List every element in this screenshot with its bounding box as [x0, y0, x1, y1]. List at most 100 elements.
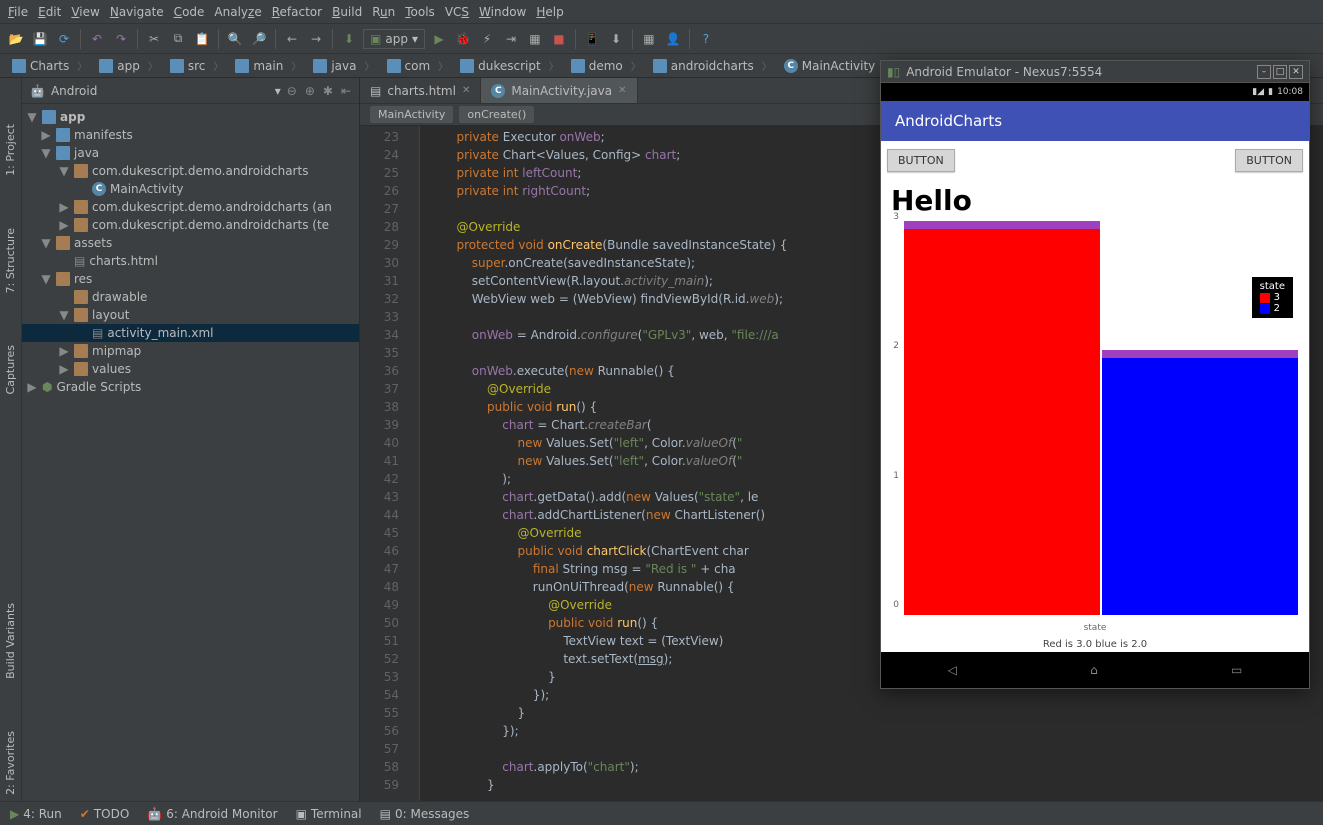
- tree-node[interactable]: CMainActivity: [22, 180, 359, 198]
- debug-icon[interactable]: 🐞: [453, 29, 473, 49]
- menu-window[interactable]: Window: [479, 5, 526, 19]
- gutter-line[interactable]: 48: [364, 578, 399, 596]
- crumb-com[interactable]: com: [381, 58, 455, 73]
- back-icon[interactable]: ◁: [948, 663, 957, 677]
- layout-icon[interactable]: ▦: [639, 29, 659, 49]
- tree-arrow-icon[interactable]: ▶: [58, 362, 70, 376]
- crumb-demo[interactable]: demo: [565, 58, 647, 73]
- avd-icon[interactable]: 📱: [582, 29, 602, 49]
- tab-android-monitor[interactable]: 🤖6: Android Monitor: [147, 807, 277, 821]
- gutter-line[interactable]: 44: [364, 506, 399, 524]
- gutter-line[interactable]: 47: [364, 560, 399, 578]
- project-tree[interactable]: ▼app▶manifests▼java▼com.dukescript.demo.…: [22, 104, 359, 801]
- menu-file[interactable]: File: [8, 5, 28, 19]
- gutter-line[interactable]: 31: [364, 272, 399, 290]
- editor-tab[interactable]: ▤charts.html✕: [360, 78, 481, 103]
- tree-arrow-icon[interactable]: ▶: [58, 344, 70, 358]
- gutter-line[interactable]: 38: [364, 398, 399, 416]
- tree-arrow-icon[interactable]: ▼: [40, 272, 52, 286]
- menu-edit[interactable]: Edit: [38, 5, 61, 19]
- tree-arrow-icon[interactable]: ▼: [40, 236, 52, 250]
- find-icon[interactable]: 🔍: [225, 29, 245, 49]
- crumb-src[interactable]: src: [164, 58, 230, 73]
- paste-icon[interactable]: 📋: [192, 29, 212, 49]
- crumb-java[interactable]: java: [307, 58, 380, 73]
- crumb-charts[interactable]: Charts: [6, 58, 93, 73]
- right-button[interactable]: BUTTON: [1235, 149, 1303, 172]
- tab-close-icon[interactable]: ✕: [618, 85, 626, 96]
- tree-arrow-icon[interactable]: ▼: [58, 164, 70, 178]
- tab-build-variants[interactable]: Build Variants: [2, 597, 19, 685]
- gutter-line[interactable]: 30: [364, 254, 399, 272]
- menu-refactor[interactable]: Refactor: [272, 5, 322, 19]
- gutter-line[interactable]: 59: [364, 776, 399, 794]
- coverage-icon[interactable]: ▦: [525, 29, 545, 49]
- tree-node[interactable]: ▼app: [22, 108, 359, 126]
- tree-node[interactable]: ▼assets: [22, 234, 359, 252]
- tree-node[interactable]: ▶⬢Gradle Scripts: [22, 378, 359, 396]
- copy-icon[interactable]: ⧉: [168, 29, 188, 49]
- tab-project[interactable]: 1: Project: [2, 118, 19, 182]
- gutter-line[interactable]: 52: [364, 650, 399, 668]
- theme-icon[interactable]: 👤: [663, 29, 683, 49]
- run-config-selector[interactable]: ▣ app ▾: [363, 29, 425, 49]
- code-line[interactable]: });: [426, 722, 1317, 740]
- gutter-line[interactable]: 29: [364, 236, 399, 254]
- crumb-androidcharts[interactable]: androidcharts: [647, 58, 778, 73]
- tab-close-icon[interactable]: ✕: [462, 85, 470, 96]
- left-button[interactable]: BUTTON: [887, 149, 955, 172]
- help-icon[interactable]: ?: [696, 29, 716, 49]
- tab-todo[interactable]: ✔TODO: [80, 807, 130, 821]
- tree-arrow-icon[interactable]: ▼: [26, 110, 38, 124]
- tree-node[interactable]: ▶com.dukescript.demo.androidcharts (an: [22, 198, 359, 216]
- gutter-line[interactable]: 58: [364, 758, 399, 776]
- tree-node[interactable]: drawable: [22, 288, 359, 306]
- gutter-line[interactable]: 28: [364, 218, 399, 236]
- menu-run[interactable]: Run: [372, 5, 395, 19]
- tree-node[interactable]: ▼java: [22, 144, 359, 162]
- crumb-app[interactable]: app: [93, 58, 164, 73]
- gutter-line[interactable]: 26: [364, 182, 399, 200]
- code-line[interactable]: }: [426, 704, 1317, 722]
- gutter-line[interactable]: 45: [364, 524, 399, 542]
- home-icon[interactable]: ⌂: [1090, 663, 1098, 677]
- stop-icon[interactable]: ■: [549, 29, 569, 49]
- gutter-line[interactable]: 46: [364, 542, 399, 560]
- gutter-line[interactable]: 37: [364, 380, 399, 398]
- tree-arrow-icon[interactable]: ▼: [40, 146, 52, 160]
- gutter-line[interactable]: 40: [364, 434, 399, 452]
- gear-icon[interactable]: ✱: [323, 84, 333, 98]
- tree-node[interactable]: ▶values: [22, 360, 359, 378]
- open-icon[interactable]: 📂: [6, 29, 26, 49]
- menu-help[interactable]: Help: [536, 5, 563, 19]
- gutter-line[interactable]: 24: [364, 146, 399, 164]
- gutter-line[interactable]: 33: [364, 308, 399, 326]
- profile-icon[interactable]: ⚡: [477, 29, 497, 49]
- chart-plot[interactable]: [903, 229, 1299, 615]
- tab-favorites[interactable]: 2: Favorites: [2, 725, 19, 801]
- chart-bar[interactable]: [904, 229, 1100, 615]
- tree-node[interactable]: ▼com.dukescript.demo.androidcharts: [22, 162, 359, 180]
- tree-node[interactable]: ▼layout: [22, 306, 359, 324]
- cut-icon[interactable]: ✂: [144, 29, 164, 49]
- tree-node[interactable]: ▤charts.html: [22, 252, 359, 270]
- code-line[interactable]: [426, 740, 1317, 758]
- sidebar-mode-selector[interactable]: Android ▾: [51, 84, 281, 98]
- gutter-line[interactable]: 55: [364, 704, 399, 722]
- tree-arrow-icon[interactable]: ▶: [26, 380, 38, 394]
- gutter-line[interactable]: 25: [364, 164, 399, 182]
- target-icon[interactable]: ⊕: [305, 84, 315, 98]
- undo-icon[interactable]: ↶: [87, 29, 107, 49]
- gutter-line[interactable]: 39: [364, 416, 399, 434]
- gutter-line[interactable]: 34: [364, 326, 399, 344]
- menu-vcs[interactable]: VCS: [445, 5, 469, 19]
- minimize-button[interactable]: –: [1257, 65, 1271, 79]
- tab-captures[interactable]: Captures: [2, 339, 19, 400]
- replace-icon[interactable]: 🔎: [249, 29, 269, 49]
- maximize-button[interactable]: □: [1273, 65, 1287, 79]
- editor-tab[interactable]: CMainActivity.java✕: [481, 78, 637, 103]
- forward-icon[interactable]: →: [306, 29, 326, 49]
- menu-analyze[interactable]: Analyze: [214, 5, 261, 19]
- gutter-line[interactable]: 53: [364, 668, 399, 686]
- back-icon[interactable]: ←: [282, 29, 302, 49]
